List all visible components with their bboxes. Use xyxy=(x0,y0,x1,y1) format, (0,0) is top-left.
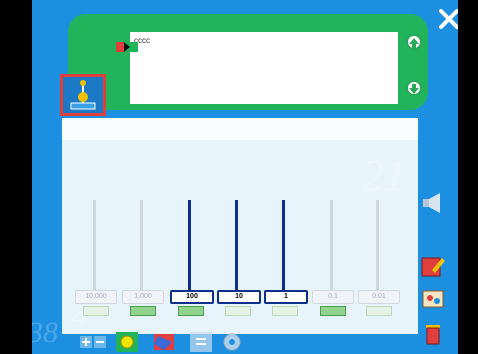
arrow-down-icon xyxy=(409,84,419,94)
number-display-panel: cccc xyxy=(68,14,428,110)
rod-1000[interactable] xyxy=(140,200,143,292)
bead-tray-1000[interactable] xyxy=(130,306,156,316)
left-black-bar xyxy=(0,0,32,354)
trash-icon[interactable] xyxy=(420,320,446,346)
rod-10[interactable] xyxy=(235,200,238,292)
bead-tray-10000[interactable] xyxy=(83,306,109,316)
number-display-screen xyxy=(130,32,398,104)
place-plate-10[interactable]: 10 xyxy=(217,290,261,304)
place-plate-0.1[interactable]: 0.1 xyxy=(312,290,354,304)
place-plate-100[interactable]: 100 xyxy=(170,290,214,304)
minus-icon[interactable] xyxy=(94,336,106,348)
bottom-toolbar xyxy=(80,330,310,354)
abacus-tool-button[interactable] xyxy=(60,74,106,116)
bead-tray-100[interactable] xyxy=(178,306,204,316)
rod-0.1[interactable] xyxy=(330,200,333,292)
activity-stage: 7 2 21 38 4 cccc 10,000 xyxy=(32,0,458,354)
scroll-down-button[interactable] xyxy=(406,80,422,96)
map-icon[interactable] xyxy=(420,286,446,312)
bead-tray-10[interactable] xyxy=(225,306,251,316)
bead-tray-1[interactable] xyxy=(272,306,298,316)
abacus-workboard: 10,000 1,000 100 10 1 0.1 0.01 xyxy=(62,118,418,334)
corner-number-label: 3 xyxy=(6,318,17,343)
close-icon[interactable] xyxy=(438,8,458,30)
place-plate-1[interactable]: 1 xyxy=(264,290,308,304)
bead-tray-0.1[interactable] xyxy=(320,306,346,316)
right-black-bar xyxy=(458,0,478,354)
bead-color-icon[interactable] xyxy=(116,332,138,352)
background-numeral: 38 xyxy=(32,316,58,349)
place-plate-0.01[interactable]: 0.01 xyxy=(358,290,400,304)
settings-gear-icon[interactable] xyxy=(220,330,244,354)
rod-0.01[interactable] xyxy=(376,200,379,292)
plus-icon[interactable] xyxy=(80,336,92,348)
bead-tray-0.01[interactable] xyxy=(366,306,392,316)
eraser-icon[interactable] xyxy=(152,330,176,354)
rod-100[interactable] xyxy=(188,200,191,292)
rod-1[interactable] xyxy=(282,200,285,292)
abacus-icon xyxy=(70,80,96,110)
rod-10000[interactable] xyxy=(93,200,96,292)
pencil-note-icon[interactable] xyxy=(420,254,446,280)
arrow-up-icon xyxy=(409,38,419,48)
speaker-icon[interactable] xyxy=(420,190,446,216)
flag-icon[interactable] xyxy=(116,42,138,52)
place-plate-1000[interactable]: 1,000 xyxy=(122,290,164,304)
scroll-up-button[interactable] xyxy=(406,34,422,50)
workboard-header xyxy=(62,118,418,140)
place-plate-10000[interactable]: 10,000 xyxy=(75,290,117,304)
equals-icon[interactable] xyxy=(190,332,212,352)
